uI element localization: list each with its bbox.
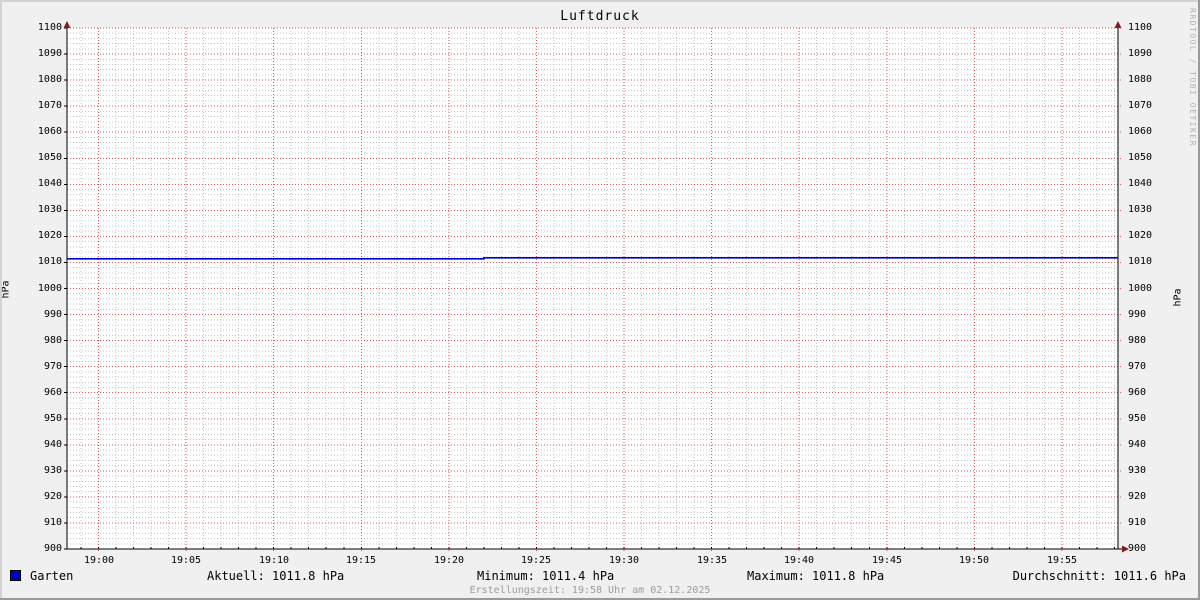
creation-time: Erstellungszeit: 19:58 Uhr am 02.12.2025 [0,585,1180,596]
y-tick-label-right: 1000 [1128,284,1172,294]
y-tick-label-right: 1020 [1128,231,1172,241]
y-tick-label-left: 940 [18,440,62,450]
y-tick-label-left: 920 [18,492,62,502]
y-tick-label-left: 990 [18,310,62,320]
y-tick-label-left: 1050 [18,153,62,163]
y-tick-label-right: 1010 [1128,257,1172,267]
y-tick-label-right: 920 [1128,492,1172,502]
y-tick-label-left: 960 [18,388,62,398]
stat-durchschnitt: Durchschnitt: 1011.6 hPa [1013,569,1186,583]
y-tick-label-right: 1030 [1128,205,1172,215]
legend-row: Garten Aktuell: 1011.8 hPa Minimum: 1011… [0,569,1200,584]
x-tick-label: 19:15 [337,555,385,566]
legend-series-label: Garten [30,569,73,583]
pressure-graph: Luftdruck RRDTOOL / TOBI OETIKER hPa hPa… [0,0,1200,600]
y-tick-label-left: 980 [18,336,62,346]
y-tick-label-left: 1100 [18,23,62,33]
y-tick-label-right: 910 [1128,518,1172,528]
stat-aktuell: Aktuell: 1011.8 hPa [207,569,344,583]
y-tick-label-right: 940 [1128,440,1172,450]
x-tick-label: 19:55 [1038,555,1086,566]
y-tick-label-left: 900 [18,544,62,554]
y-tick-label-left: 1080 [18,75,62,85]
y-tick-label-left: 930 [18,466,62,476]
y-tick-label-right: 1080 [1128,75,1172,85]
y-tick-label-right: 930 [1128,466,1172,476]
y-tick-label-left: 1020 [18,231,62,241]
x-tick-label: 19:25 [512,555,560,566]
y-tick-label-left: 970 [18,362,62,372]
y-tick-label-left: 1060 [18,127,62,137]
y-tick-label-left: 910 [18,518,62,528]
y-tick-label-right: 1060 [1128,127,1172,137]
y-tick-label-left: 1070 [18,101,62,111]
stat-minimum: Minimum: 1011.4 hPa [477,569,614,583]
y-tick-label-left: 1010 [18,257,62,267]
y-tick-label-right: 960 [1128,388,1172,398]
x-tick-label: 19:40 [775,555,823,566]
y-tick-label-right: 970 [1128,362,1172,372]
y-tick-label-left: 1090 [18,49,62,59]
legend-swatch [10,570,21,581]
stat-maximum: Maximum: 1011.8 hPa [747,569,884,583]
y-tick-label-right: 1070 [1128,101,1172,111]
x-tick-label: 19:50 [950,555,998,566]
y-tick-label-left: 1000 [18,284,62,294]
y-tick-label-right: 1050 [1128,153,1172,163]
y-tick-label-right: 1040 [1128,179,1172,189]
y-tick-label-left: 1040 [18,179,62,189]
x-tick-label: 19:10 [250,555,298,566]
y-tick-label-right: 950 [1128,414,1172,424]
x-tick-label: 19:30 [600,555,648,566]
y-tick-label-right: 980 [1128,336,1172,346]
x-tick-label: 19:05 [162,555,210,566]
y-tick-label-right: 990 [1128,310,1172,320]
x-tick-label: 19:20 [425,555,473,566]
chart-canvas [0,0,1200,600]
x-tick-label: 19:00 [75,555,123,566]
bevel-left [0,0,2,600]
bevel-top [0,0,1200,2]
y-tick-label-left: 950 [18,414,62,424]
x-tick-label: 19:45 [863,555,911,566]
y-tick-label-right: 1090 [1128,49,1172,59]
y-tick-label-left: 1030 [18,205,62,215]
y-tick-label-right: 900 [1128,544,1172,554]
y-tick-label-right: 1100 [1128,23,1172,33]
x-tick-label: 19:35 [688,555,736,566]
